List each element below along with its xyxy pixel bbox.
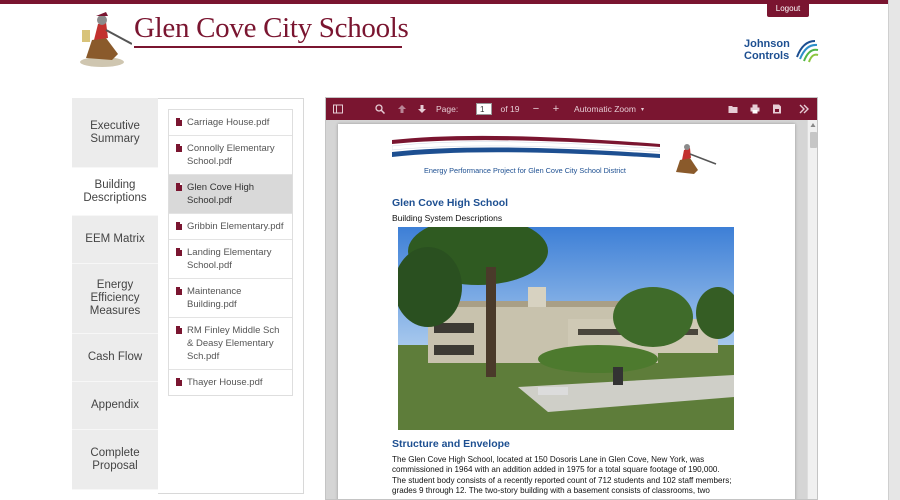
tab-complete-proposal[interactable]: Complete Proposal xyxy=(72,430,158,490)
tab-eem-matrix[interactable]: EEM Matrix xyxy=(72,216,158,264)
tab-executive-summary[interactable]: Executive Summary xyxy=(72,98,158,168)
flag-banner-graphic xyxy=(392,135,660,158)
file-carriage-house[interactable]: Carriage House.pdf xyxy=(169,110,292,136)
arrow-up-icon[interactable] xyxy=(396,102,408,116)
partner-logo: Johnson Controls xyxy=(744,38,819,63)
tab-building-descriptions[interactable]: Building Descriptions xyxy=(72,168,158,216)
document-subtitle: Building System Descriptions xyxy=(392,213,503,223)
zoom-select-value: Automatic Zoom xyxy=(574,104,636,114)
file-label: Thayer House.pdf xyxy=(187,377,263,388)
search-icon[interactable] xyxy=(374,102,386,116)
file-label: Glen Cove High School.pdf xyxy=(187,182,255,206)
file-label: Connolly Elementary School.pdf xyxy=(187,143,275,167)
pdf-file-icon xyxy=(176,287,182,295)
zoom-select[interactable]: Automatic Zoom ▾ xyxy=(569,102,649,116)
pdf-file-icon xyxy=(176,118,182,126)
double-chevron-icon[interactable] xyxy=(798,102,810,116)
sidebar-toggle-icon[interactable] xyxy=(332,102,344,116)
file-maintenance-building[interactable]: Maintenance Building.pdf xyxy=(169,279,292,318)
scroll-up-icon[interactable] xyxy=(810,122,816,128)
file-label: Landing Elementary School.pdf xyxy=(187,247,272,271)
file-gribbin-elementary[interactable]: Gribbin Elementary.pdf xyxy=(169,214,292,240)
pdf-toolbar: Page: 1 of 19 − + Automatic Zoom ▾ xyxy=(326,98,817,120)
pdf-file-icon xyxy=(176,378,182,386)
file-connolly-elementary[interactable]: Connolly Elementary School.pdf xyxy=(169,136,292,175)
file-thayer-house[interactable]: Thayer House.pdf xyxy=(169,370,292,395)
school-district-name: Glen Cove City Schools xyxy=(134,12,409,44)
document-header: Energy Performance Project for Glen Cove… xyxy=(424,166,626,175)
document-section-title: Structure and Envelope xyxy=(392,438,510,450)
pdf-file-icon xyxy=(176,183,182,191)
file-landing-elementary[interactable]: Landing Elementary School.pdf xyxy=(169,240,292,279)
file-label: Carriage House.pdf xyxy=(187,117,270,128)
document-title: Glen Cove High School xyxy=(392,197,509,209)
school-mascot-logo xyxy=(80,12,132,67)
tab-appendix[interactable]: Appendix xyxy=(72,382,158,430)
file-label: RM Finley Middle Sch & Deasy Elementary … xyxy=(187,325,280,362)
tab-energy-efficiency-measures[interactable]: Energy Efficiency Measures xyxy=(72,264,158,334)
pdf-page: Energy Performance Project for Glen Cove… xyxy=(338,124,795,499)
zoom-in-button[interactable]: + xyxy=(551,102,561,116)
document-body-text: The Glen Cove High School, located at 15… xyxy=(392,455,732,496)
page-label: Page: xyxy=(436,104,459,114)
select-arrows-icon: ▾ xyxy=(640,106,644,113)
brand-underline xyxy=(134,46,402,48)
page-total: of 19 xyxy=(500,104,520,114)
file-panel: Carriage House.pdf Connolly Elementary S… xyxy=(158,98,304,494)
partner-mark-icon xyxy=(794,38,819,63)
top-accent-bar xyxy=(0,0,900,4)
scrollbar-thumb[interactable] xyxy=(810,132,817,148)
pdf-file-icon xyxy=(176,248,182,256)
school-building-photo xyxy=(398,227,734,430)
folder-open-icon[interactable] xyxy=(727,102,739,116)
logout-button[interactable]: Logout xyxy=(767,0,809,17)
window-edge xyxy=(888,0,900,500)
file-label: Gribbin Elementary.pdf xyxy=(187,221,284,232)
page-number-input[interactable]: 1 xyxy=(476,103,492,115)
arrow-down-icon[interactable] xyxy=(416,102,428,116)
file-glen-cove-high-school[interactable]: Glen Cove High School.pdf xyxy=(169,175,292,214)
pdf-file-icon xyxy=(176,326,182,334)
section-tabs: Executive Summary Building Descriptions … xyxy=(72,98,158,490)
file-label: Maintenance Building.pdf xyxy=(187,286,242,310)
file-rm-finley-deasy[interactable]: RM Finley Middle Sch & Deasy Elementary … xyxy=(169,318,292,370)
viewer-scrollbar[interactable] xyxy=(807,120,817,499)
print-icon[interactable] xyxy=(749,102,761,116)
pdf-file-icon xyxy=(176,144,182,152)
partner-name-line1: Johnson xyxy=(744,38,790,50)
download-icon[interactable] xyxy=(771,102,783,116)
tab-cash-flow[interactable]: Cash Flow xyxy=(72,334,158,382)
document-mascot-logo xyxy=(676,144,717,174)
zoom-out-button[interactable]: − xyxy=(531,102,541,116)
partner-name-line2: Controls xyxy=(744,50,790,62)
file-list: Carriage House.pdf Connolly Elementary S… xyxy=(168,109,293,396)
pdf-file-icon xyxy=(176,222,182,230)
pdf-viewer: Page: 1 of 19 − + Automatic Zoom ▾ Energ… xyxy=(325,97,818,500)
